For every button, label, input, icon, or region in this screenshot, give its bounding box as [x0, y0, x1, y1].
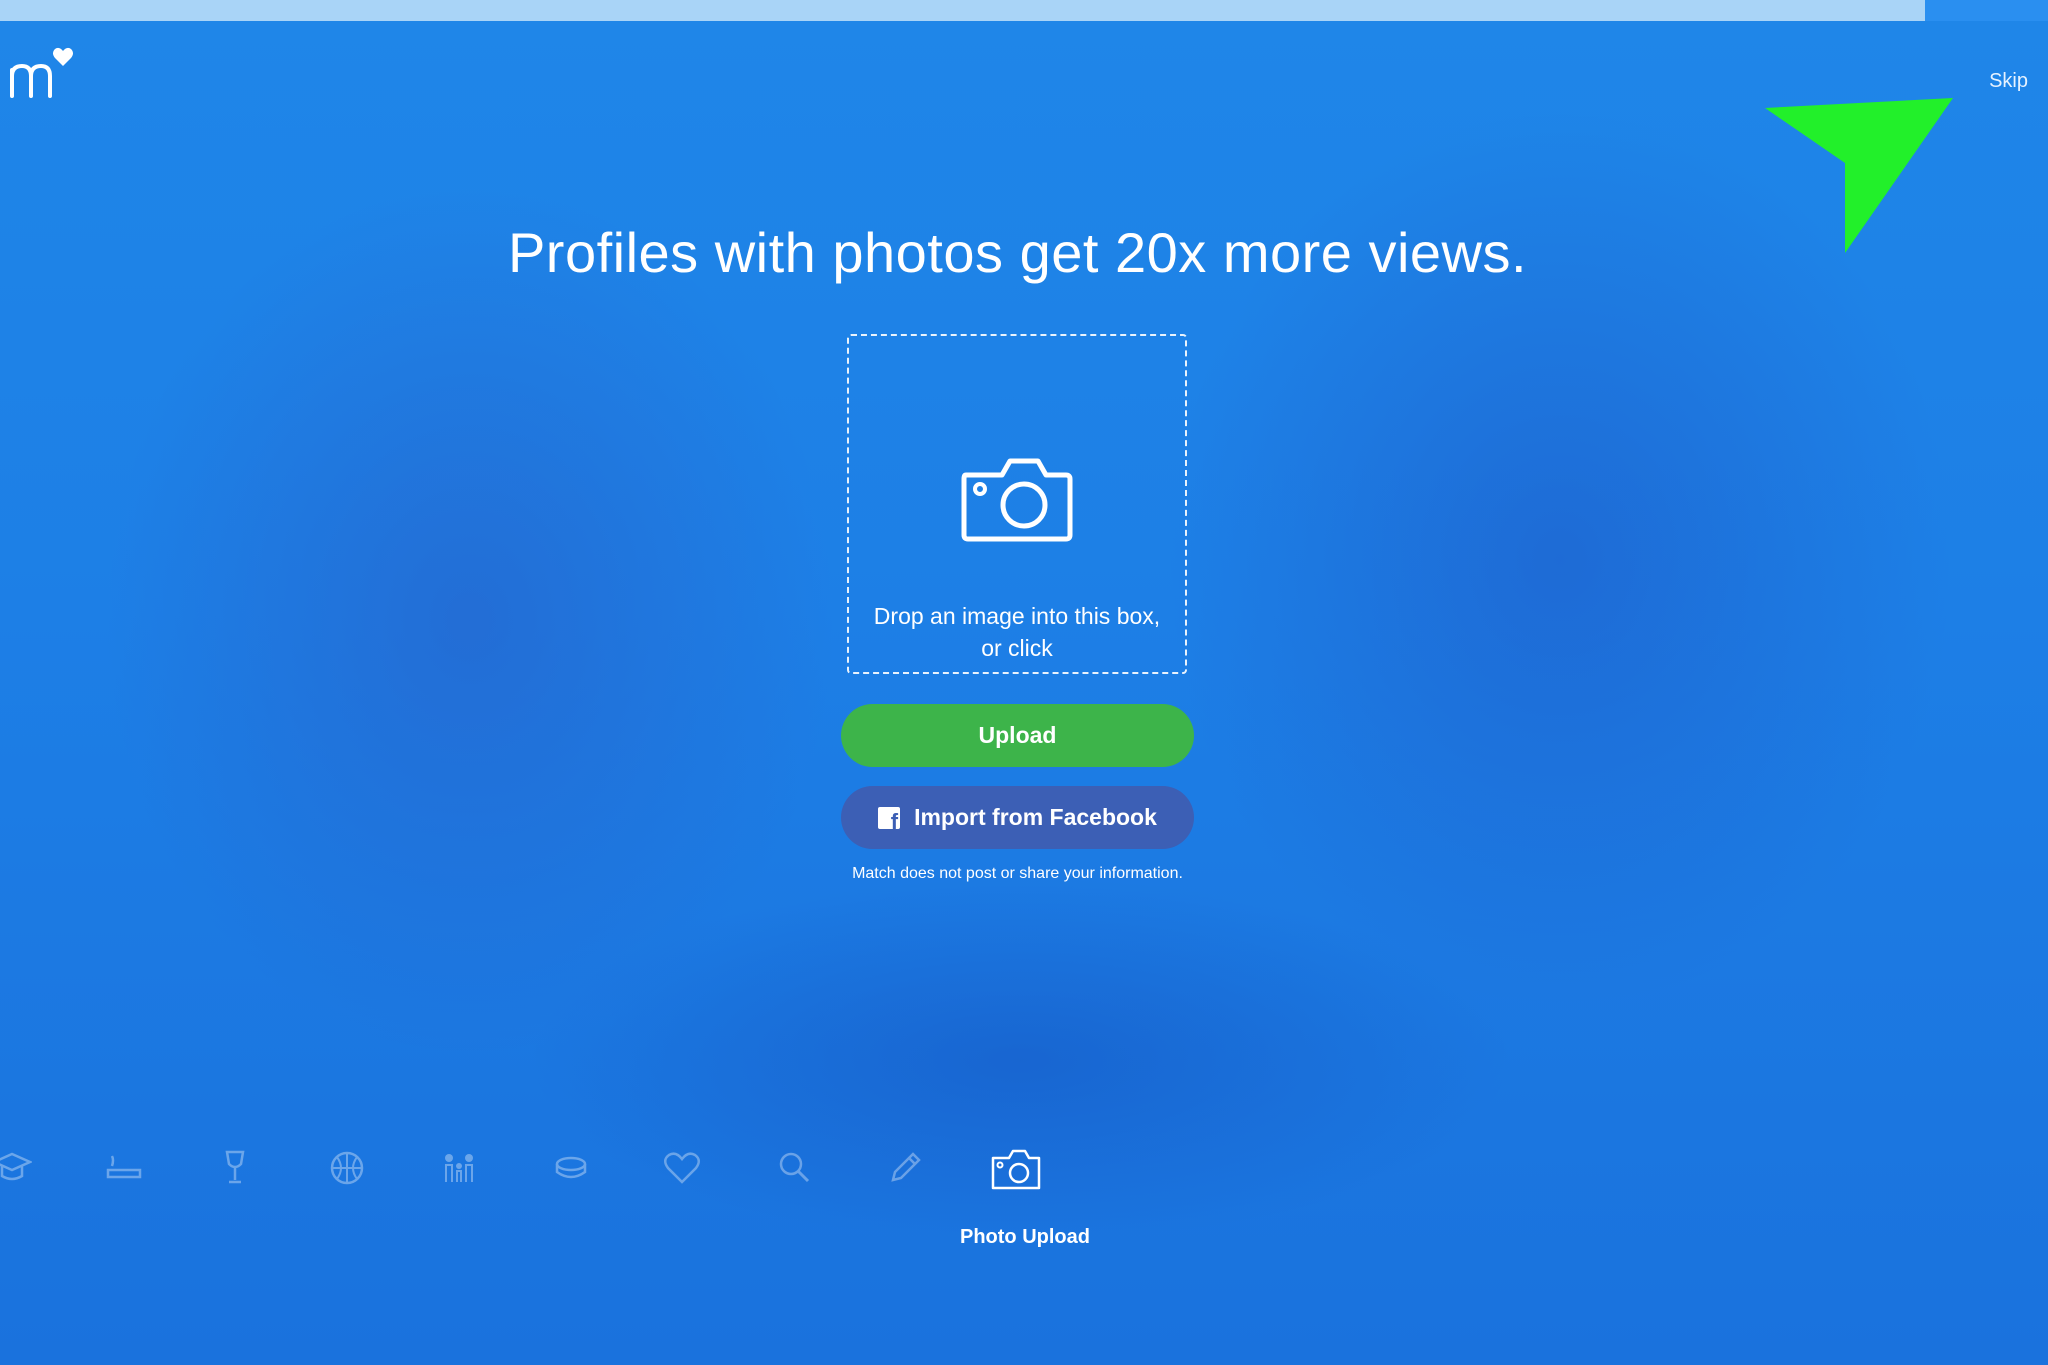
family-icon[interactable]	[439, 1148, 479, 1188]
graduation-cap-icon[interactable]	[0, 1148, 34, 1188]
progress-bar	[0, 0, 2048, 21]
search-icon[interactable]	[774, 1148, 814, 1188]
current-step-label: Photo Upload	[960, 1226, 1090, 1248]
camera-icon	[961, 458, 1073, 542]
dropzone-instructions: Drop an image into this box, or click	[873, 603, 1161, 661]
match-logo-icon[interactable]	[6, 44, 76, 100]
photo-upload-page: Skip Profiles with photos get 20x more v…	[0, 0, 2048, 1365]
import-facebook-label: Import from Facebook	[914, 804, 1157, 830]
import-facebook-button[interactable]: f Import from Facebook	[841, 786, 1194, 849]
image-dropzone[interactable]: Drop an image into this box, or click	[847, 334, 1187, 674]
progress-bar-fill	[0, 0, 1926, 21]
facebook-icon: f	[878, 806, 901, 829]
upload-button[interactable]: Upload	[841, 704, 1194, 767]
wine-glass-icon[interactable]	[215, 1148, 255, 1188]
money-icon[interactable]	[551, 1148, 591, 1188]
pencil-icon[interactable]	[885, 1148, 925, 1188]
camera-icon[interactable]	[990, 1148, 1042, 1192]
cigarette-icon[interactable]	[104, 1148, 144, 1188]
privacy-disclaimer: Match does not post or share your inform…	[852, 865, 1183, 882]
heart-icon[interactable]	[662, 1148, 702, 1188]
basketball-icon[interactable]	[327, 1148, 367, 1188]
skip-link[interactable]: Skip	[1989, 70, 2028, 93]
page-title: Profiles with photos get 20x more views.	[507, 221, 1528, 284]
